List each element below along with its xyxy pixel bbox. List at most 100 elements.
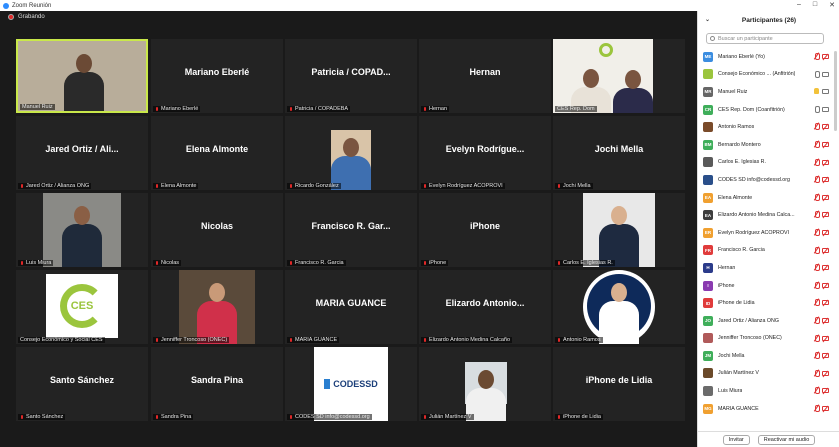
participant-name: iPhone [718,282,735,289]
maximize-icon[interactable]: □ [813,1,817,9]
video-tile[interactable]: Jared Ortiz / Ali... Jared Ortiz / Alianz… [16,116,148,190]
participant-name: Jochi Mella [563,183,591,189]
video-tile[interactable]: Jochi Mella Jochi Mella [553,116,685,190]
camera-off-icon [822,212,829,218]
avatar: CR [703,104,713,115]
recording-icon [8,14,14,20]
participant-row[interactable]: CODES SD info@codessd.org [703,171,829,189]
person-body [613,88,653,113]
avatar: I [703,280,713,291]
recording-indicator[interactable]: Grabando [8,14,45,20]
participant-row[interactable]: Carlos E. Iglesias R. [703,154,829,172]
scrollbar[interactable] [834,51,837,131]
video-tile[interactable]: MARIA GUANCE MARIA GUANCE [285,270,417,344]
camera-off-icon [822,353,829,359]
participant-row[interactable]: JM Jochi Mella [703,347,829,365]
close-icon[interactable]: ✕ [829,1,835,9]
participant-name: Elena Almonte [161,183,197,189]
unmute-button[interactable]: Reactivar mi audio [757,434,816,445]
search-input[interactable]: Buscar un participante [706,33,824,44]
video-tile[interactable]: Julián Martínez V [419,347,551,421]
camera-off-icon [822,282,829,288]
participant-row[interactable]: MG MARIA GUANCE [703,400,829,418]
participant-name-display: Nicolas [200,221,233,231]
participant-name-display: Francisco R. Gar... [311,221,391,231]
participant-name-label: Sandra Pina [153,414,194,420]
avatar: EA [703,210,713,221]
microphone-muted-icon [814,158,820,166]
microphone-muted-icon [814,246,820,254]
video-tile[interactable]: Nicolas Nicolas [151,193,283,267]
camera-off-icon [822,370,829,376]
participant-name-label: Elena Almonte [153,183,199,189]
video-tile[interactable]: Carlos E. Iglesias R. [553,193,685,267]
participant-row[interactable]: CR CES Rep. Dom (Coanfitrión) [703,101,829,119]
participant-status [814,352,829,360]
camera-off-icon [822,317,829,323]
panel-footer: Invitar Reactivar mi audio [698,431,839,447]
participant-row[interactable]: ME Mariano Eberlé (Yo) [703,48,829,66]
avatar [703,122,713,133]
video-tile[interactable]: Luis Miura [16,193,148,267]
video-tile[interactable]: Jenniffer Troncoso (ONEC) [151,270,283,344]
avatar: ER [703,227,713,238]
microphone-muted-icon [814,299,820,307]
mic-muted-icon [289,414,293,420]
mic-muted-icon [423,183,427,189]
panel-header: ⌄ Participantes (26) [698,11,839,29]
participant-row[interactable]: H Hernan [703,259,829,277]
zoom-logo-icon [3,2,9,9]
video-tile[interactable]: CES Rep. Dom [553,39,685,113]
video-tile[interactable]: Elizardo Antonio... Elizardo Antonio Medi… [419,270,551,344]
participant-row[interactable]: Julián Martínez V [703,365,829,383]
video-tile[interactable]: Elena Almonte Elena Almonte [151,116,283,190]
participant-name: Jared Ortiz / Alianza ONG [718,317,779,324]
avatar: ME [703,51,713,62]
participant-row[interactable]: ER Evelyn Rodríguez ACOPROVI [703,224,829,242]
video-tile[interactable]: Francisco R. Gar... Francisco R. Garcia [285,193,417,267]
participant-row[interactable]: EA Elena Almonte [703,189,829,207]
participant-row[interactable]: EA Elizardo Antonio Medina Calca... [703,206,829,224]
chevron-down-icon[interactable]: ⌄ [705,16,710,23]
video-tile[interactable]: Hernan Hernan [419,39,551,113]
video-tile[interactable]: Antonio Ramos Presidente Cámara Antonio Ra… [553,270,685,344]
video-tile[interactable]: Manuel Ruiz [16,39,148,113]
gallery-view: Grabando Manuel Ruiz Mariano Eberlé Marian… [0,11,697,447]
minimize-icon[interactable]: – [797,1,801,9]
participant-name: Elizardo Antonio Medina Calcaño [429,337,511,343]
person-body [62,224,102,267]
participant-row[interactable]: ID iPhone de Lidia [703,294,829,312]
video-tile[interactable]: iPhone iPhone [419,193,551,267]
participant-row[interactable]: Consejo Económico ... (Anfitrión) [703,66,829,84]
participant-row[interactable]: IiPhone [703,277,829,295]
participant-row[interactable]: Luis Miura [703,382,829,400]
video-tile[interactable]: CODESSD CODES SD info@codessd.org [285,347,417,421]
participant-row[interactable]: MR Manuel Ruiz [703,83,829,101]
video-tile[interactable]: Patricia / COPAD... Patricia / COPADEBA [285,39,417,113]
video-tile[interactable]: Santo Sánchez Santo Sánchez [16,347,148,421]
microphone-muted-icon [814,387,820,395]
participant-row[interactable]: Antonio Ramos [703,118,829,136]
participant-name: Carlos E. Iglesias R. [563,260,613,266]
participant-status [814,299,829,307]
participant-name-display: Hernan [469,67,501,77]
participant-row[interactable]: JO Jared Ortiz / Alianza ONG [703,312,829,330]
microphone-muted-icon [814,140,820,148]
participant-name-label: iPhone de Lidia [555,414,603,420]
mic-muted-icon [557,183,561,189]
participant-video [18,41,146,111]
video-tile[interactable]: Ricardo González [285,116,417,190]
video-tile[interactable]: Evelyn Rodrígue... Evelyn Rodríguez ACOPR… [419,116,551,190]
participant-row[interactable]: BM Bernardo Montero [703,136,829,154]
video-tile[interactable]: Sandra Pina Sandra Pina [151,347,283,421]
participant-name: Francisco R. Garcia [718,247,765,254]
mic-muted-icon [20,183,24,189]
invite-button[interactable]: Invitar [722,434,750,445]
video-tile[interactable]: Mariano Eberlé Mariano Eberlé [151,39,283,113]
participant-name-display: iPhone [469,221,500,231]
participant-row[interactable]: Jenniffer Troncoso (ONEC) [703,330,829,348]
video-tile[interactable]: iPhone de Lidia iPhone de Lidia [553,347,685,421]
video-tile[interactable]: CES Consejo Económico y Social CES [16,270,148,344]
camera-icon [822,89,829,95]
participant-row[interactable]: FR Francisco R. Garcia [703,242,829,260]
